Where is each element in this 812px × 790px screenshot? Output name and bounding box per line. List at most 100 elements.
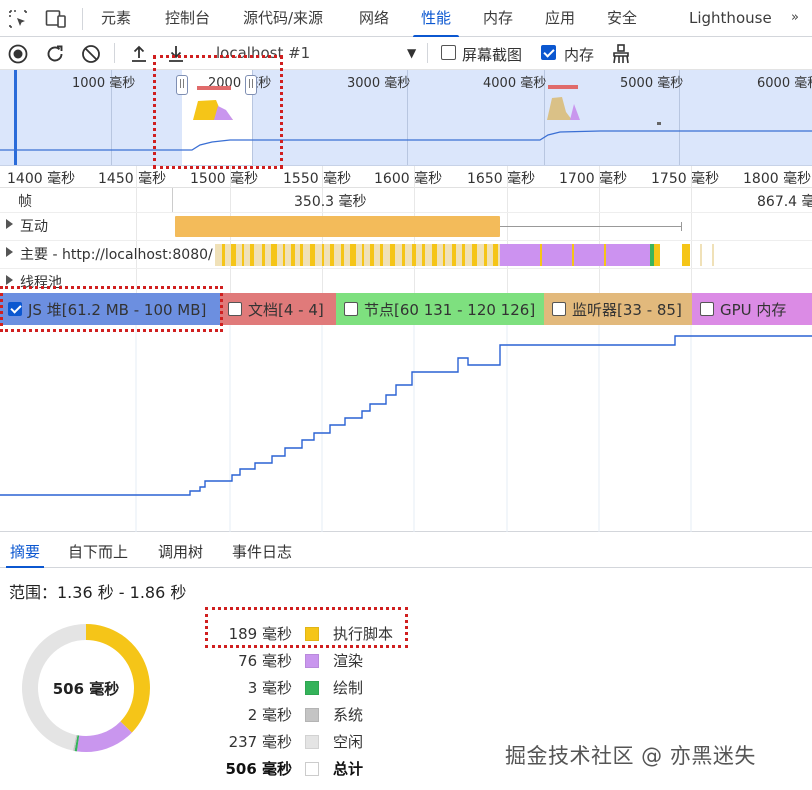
legend-label: 文档[4 - 4] [248,301,324,319]
details-tab-bar: 摘要 自下而上 调用树 事件日志 [0,533,812,568]
target-select[interactable]: localhost #1 [216,44,310,62]
color-swatch [305,627,319,641]
tab-memory[interactable]: 内存 [483,0,513,37]
toolbar-separator [427,43,428,63]
tab-summary[interactable]: 摘要 [5,541,45,568]
ruler-tick: 1700 毫秒 [559,171,628,187]
download-icon[interactable] [165,43,187,65]
ruler-tick: 1450 毫秒 [98,171,167,187]
ruler-tick: 1800 毫秒 [743,171,812,187]
record-icon[interactable] [7,43,29,65]
screenshots-checkbox[interactable] [441,45,456,60]
legend-nodes[interactable]: 节点[60 131 - 120 126] [336,293,544,325]
thread-pool-label: 线程池 [20,275,62,291]
legend-listeners[interactable]: 监听器[33 - 85] [544,293,692,325]
more-tabs-icon[interactable]: » [791,0,799,37]
watermark: 掘金技术社区 @ 亦黑迷失 [505,744,756,768]
js-heap-line [0,325,812,532]
performance-toolbar: localhost #1 ▼ 屏幕截图 内存 [0,37,812,70]
tab-performance[interactable]: 性能 [412,0,460,38]
devtools-tab-bar: 元素 控制台 源代码/来源 网络 性能 内存 应用 安全 Lighthouse … [0,0,812,38]
frame-duration: 867.4 毫 [757,194,812,210]
documents-checkbox[interactable] [228,302,242,316]
tab-call-tree[interactable]: 调用树 [158,541,203,562]
overview-left-handle[interactable]: || [176,75,188,95]
tab-event-log[interactable]: 事件日志 [232,541,292,562]
color-swatch [305,735,319,749]
upload-icon[interactable] [128,43,150,65]
tab-console[interactable]: 控制台 [165,0,210,37]
ruler-tick: 1600 毫秒 [374,171,443,187]
ruler-tick: 1400 毫秒 [7,171,76,187]
nodes-checkbox[interactable] [344,302,358,316]
chevron-down-icon[interactable]: ▼ [407,46,416,60]
row-value: 3 毫秒 [247,679,292,697]
tab-application[interactable]: 应用 [545,0,575,37]
tab-lighthouse[interactable]: Lighthouse [689,0,772,37]
timeline-overview[interactable]: 1000 毫秒 2000 毫秒 3000 毫秒 4000 毫秒 5000 毫秒 … [0,70,812,166]
row-name: 绘制 [333,679,364,697]
row-value: 506 毫秒 [225,760,292,778]
summary-row-idle: 237 毫秒 空闲 [0,728,430,755]
gpu-memory-checkbox[interactable] [700,302,714,316]
interaction-whisker-end [681,222,682,231]
interaction-whisker [500,226,682,227]
row-value: 189 毫秒 [228,625,292,643]
js-heap-checkbox[interactable] [8,302,22,316]
interaction-bar[interactable] [175,216,500,237]
legend-label: 监听器[33 - 85] [572,301,682,319]
summary-row-rendering: 76 毫秒 渲染 [0,647,430,674]
tab-sources[interactable]: 源代码/来源 [243,0,323,37]
memory-label: 内存 [564,46,595,64]
legend-label: 节点[60 131 - 120 126] [364,301,536,319]
color-swatch [305,762,319,776]
row-value: 2 毫秒 [247,706,292,724]
clear-icon[interactable] [80,43,102,65]
ruler-tick: 1500 毫秒 [190,171,259,187]
legend-documents[interactable]: 文档[4 - 4] [220,293,336,325]
ruler-tick: 1550 毫秒 [283,171,352,187]
interactions-track[interactable]: 互动 [0,212,812,240]
overview-activity [0,85,812,151]
interactions-label: 互动 [20,219,48,235]
toolbar-separator [114,43,115,63]
row-name: 系统 [333,706,364,724]
expand-triangle-icon[interactable] [6,219,13,229]
ruler-tick: 1750 毫秒 [651,171,720,187]
frames-track[interactable]: 帧 350.3 毫秒 867.4 毫 [0,188,812,212]
tab-elements[interactable]: 元素 [101,0,131,37]
expand-triangle-icon[interactable] [6,275,13,285]
overview-right-handle[interactable]: || [245,75,257,95]
memory-checkbox[interactable] [541,45,556,60]
thread-pool-track[interactable]: 线程池 [0,268,812,293]
memory-graph[interactable] [0,325,812,532]
summary-row-total: 506 毫秒 总计 [0,755,430,782]
color-swatch [305,708,319,722]
frame-divider [172,188,173,212]
summary-row-system: 2 毫秒 系统 [0,701,430,728]
frames-label: 帧 [18,194,32,210]
reload-record-icon[interactable] [44,43,66,65]
tab-bottom-up[interactable]: 自下而上 [68,541,128,562]
summary-row-painting: 3 毫秒 绘制 [0,674,430,701]
device-toolbar-icon[interactable] [45,9,66,29]
row-value: 237 毫秒 [228,733,292,751]
row-name: 执行脚本 [333,625,394,643]
row-name: 渲染 [333,652,364,670]
garbage-collect-icon[interactable] [610,43,632,65]
summary-row-scripting: 189 毫秒 执行脚本 [0,620,430,647]
tab-security[interactable]: 安全 [607,0,637,37]
row-value: 76 毫秒 [238,652,292,670]
legend-label: JS 堆[61.2 MB - 100 MB] [28,301,207,319]
tab-network[interactable]: 网络 [359,0,389,37]
memory-legend: JS 堆[61.2 MB - 100 MB] 文档[4 - 4] 节点[60 1… [0,293,812,325]
inspect-element-icon[interactable] [8,9,28,29]
row-name: 总计 [333,760,364,778]
color-swatch [305,654,319,668]
legend-gpu-memory[interactable]: GPU 内存 [692,293,812,325]
main-thread-flame [215,244,714,266]
listeners-checkbox[interactable] [552,302,566,316]
main-thread-track[interactable]: 主要 - http://localhost:8080/ [0,240,812,268]
legend-js-heap[interactable]: JS 堆[61.2 MB - 100 MB] [0,293,220,325]
tab-separator [82,8,83,30]
